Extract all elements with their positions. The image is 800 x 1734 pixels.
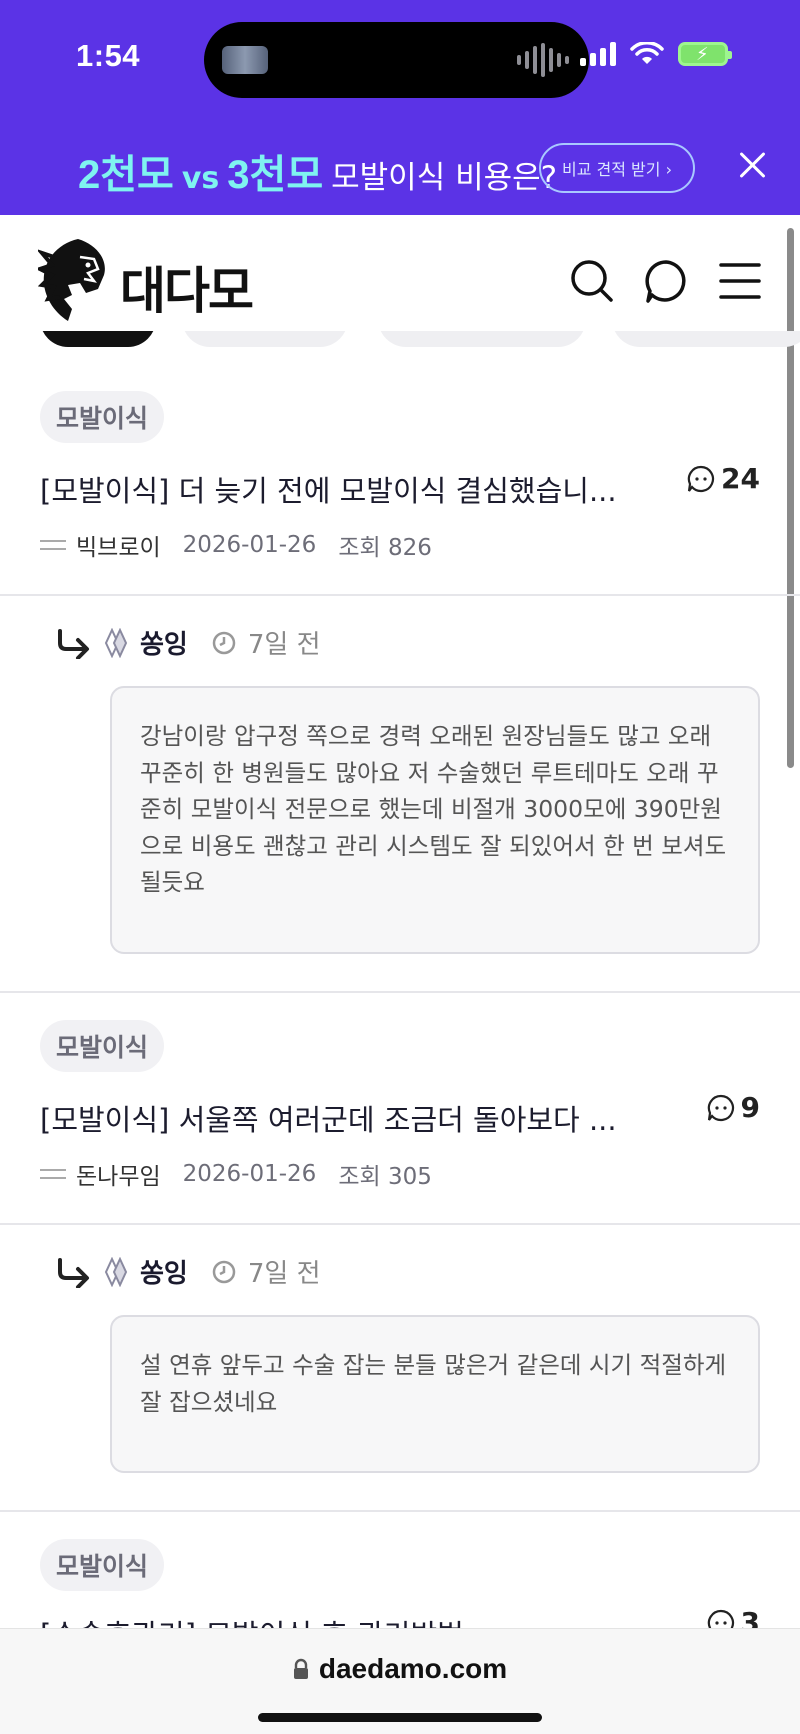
reply-time: 7일 전: [247, 1259, 321, 1289]
level-icon: [40, 538, 66, 552]
site-header: 대다모: [0, 215, 800, 331]
promo-question: 모발이식 비용은?: [331, 160, 558, 196]
category-chip[interactable]: [612, 331, 800, 347]
comment-count-value: 24: [721, 462, 760, 495]
post-meta: 돈나무임 2026-01-26 조회 305: [40, 1157, 432, 1191]
promo-text[interactable]: 2천모 vs 3천모 모발이식 비용은?: [78, 142, 557, 200]
clock-icon: [212, 631, 236, 654]
divider: [0, 1510, 800, 1512]
post-views: 조회 826: [338, 535, 432, 561]
category-chip-strip: [0, 331, 800, 359]
lion-logo-icon[interactable]: [38, 235, 114, 325]
category-chip[interactable]: [378, 331, 586, 347]
cellular-signal-icon: [580, 42, 616, 66]
menu-icon[interactable]: [718, 259, 762, 303]
media-thumbnail-icon: [222, 46, 268, 74]
reply-author[interactable]: 쏭잉: [140, 624, 188, 661]
reply-author[interactable]: 쏭잉: [140, 1253, 188, 1290]
reply-header: 쏭잉 7일 전: [56, 624, 321, 661]
scrollbar-thumb[interactable]: [787, 228, 794, 768]
status-time: 1:54: [76, 38, 141, 73]
category-chip[interactable]: [182, 331, 348, 347]
status-indicators: ⚡: [580, 42, 732, 66]
post-meta: 빅브로이 2026-01-26 조회 826: [40, 528, 432, 562]
home-indicator[interactable]: [258, 1713, 542, 1722]
divider: [0, 991, 800, 993]
user-level-diamond-icon: [104, 1256, 128, 1287]
url-text: daedamo.com: [318, 1653, 508, 1684]
user-level-diamond-icon: [104, 627, 128, 658]
site-logo-text[interactable]: 대다모: [120, 251, 254, 323]
clock-icon: [212, 1260, 236, 1283]
close-icon[interactable]: [737, 150, 767, 180]
compare-quote-button[interactable]: 비교 견적 받기 ›: [539, 143, 695, 193]
reply-arrow-icon: [58, 1257, 89, 1288]
reply-content[interactable]: 설 연휴 앞두고 수술 잡는 분들 많은거 같은데 시기 적절하게 잘 잡으셨네…: [110, 1315, 760, 1473]
search-icon[interactable]: [570, 259, 614, 303]
divider: [0, 1223, 800, 1225]
audio-wave-icon: [517, 42, 569, 78]
author-name: 돈나무임: [76, 1164, 161, 1190]
promo-vs: vs: [181, 161, 220, 196]
category-chip-active[interactable]: [40, 331, 156, 347]
reply-content[interactable]: 강남이랑 압구정 쪽으로 경력 오래된 원장님들도 많고 오래 꾸준히 한 병원…: [110, 686, 760, 954]
comment-icon: [687, 465, 715, 492]
chat-icon[interactable]: [644, 259, 688, 303]
reply-arrow-icon: [58, 628, 89, 659]
category-badge[interactable]: 모발이식: [40, 1020, 165, 1072]
promo-highlight-a: 2천모: [78, 153, 174, 197]
wifi-icon: [630, 42, 664, 64]
url-display[interactable]: daedamo.com: [0, 1653, 800, 1685]
post-title[interactable]: [모발이식] 더 늦기 전에 모발이식 결심했습니...: [40, 468, 640, 510]
post-views: 조회 305: [338, 1164, 432, 1190]
comment-count[interactable]: 24: [687, 462, 760, 495]
dynamic-island: [204, 22, 589, 98]
comment-count-value: 9: [740, 1091, 760, 1124]
reply-header: 쏭잉 7일 전: [56, 1253, 321, 1290]
comment-count[interactable]: 9: [707, 1091, 760, 1124]
lock-icon: [293, 1658, 308, 1679]
reply-time: 7일 전: [247, 630, 321, 660]
comment-icon: [707, 1094, 734, 1121]
category-badge[interactable]: 모발이식: [40, 391, 165, 443]
browser-address-bar[interactable]: daedamo.com: [0, 1628, 800, 1734]
author-name: 빅브로이: [76, 535, 161, 561]
post-title[interactable]: [모발이식] 서울쪽 여러군데 조금더 돌아보다 ...: [40, 1097, 640, 1139]
category-badge[interactable]: 모발이식: [40, 1539, 165, 1591]
promo-highlight-b: 3천모: [227, 153, 324, 197]
level-icon: [40, 1167, 66, 1181]
author[interactable]: 빅브로이: [40, 528, 161, 562]
author[interactable]: 돈나무임: [40, 1157, 161, 1191]
battery-charging-icon: ⚡: [678, 42, 732, 66]
divider: [0, 594, 800, 596]
post-date: 2026-01-26: [182, 532, 317, 558]
post-date: 2026-01-26: [182, 1161, 317, 1187]
